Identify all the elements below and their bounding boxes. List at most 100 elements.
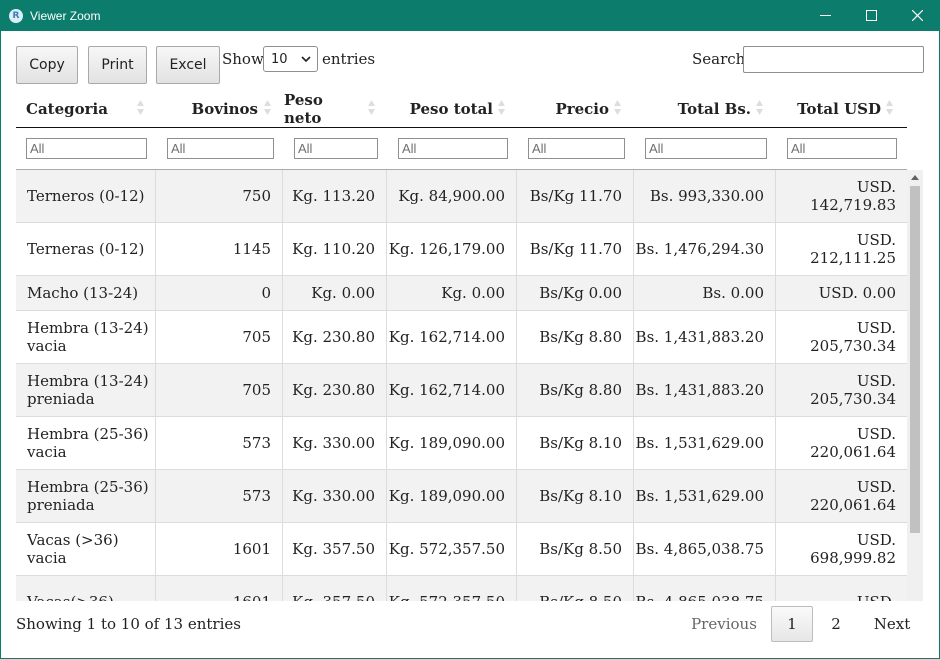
pagination-next[interactable]: Next — [864, 606, 920, 642]
table-row[interactable]: Hembra (13-24) vacia 705 Kg. 230.80 Kg. 162… — [16, 311, 907, 364]
search-input[interactable] — [743, 46, 924, 73]
filter-input-peso-total[interactable]: All — [398, 138, 508, 159]
table-cell-total-bs: Bs. 4,865,038.75 — [634, 576, 776, 601]
column-header-categoria[interactable]: Categoria — [26, 90, 154, 127]
column-header-precio[interactable]: Precio — [518, 90, 609, 127]
table-cell-total-usd: USD. 698,999.82 — [810, 531, 896, 567]
table-cell-peso-neto: Kg. 357.50 — [283, 576, 387, 601]
table-header: Categoria Bovinos Peso neto Peso total P… — [16, 90, 907, 128]
table-cell-peso-total: Kg. 162,714.00 — [387, 364, 517, 416]
sort-icon — [756, 100, 763, 115]
table-cell-bovinos: 705 — [156, 364, 283, 416]
sort-icon — [498, 100, 505, 115]
table-cell-peso-total: Kg. 162,714.00 — [387, 311, 517, 363]
table-cell-bovinos: 0 — [156, 276, 283, 310]
table-cell-total-usd: USD. 220,061.64 — [810, 425, 896, 461]
table-cell-total-usd: USD. 220,061.64 — [810, 478, 896, 514]
table-cell-total-usd: USD. — [776, 576, 907, 601]
table-cell-peso-neto: Kg. 230.80 — [283, 311, 387, 363]
column-header-total-bs[interactable]: Total Bs. — [634, 90, 751, 127]
table-row[interactable]: Hembra (13-24) preniada 705 Kg. 230.80 Kg. … — [16, 364, 907, 417]
table-cell-peso-neto: Kg. 113.20 — [283, 170, 387, 222]
table-cell-precio: Bs/Kg 8.80 — [517, 311, 634, 363]
table-cell-total-usd: USD. 142,719.83 — [810, 178, 896, 214]
table-row[interactable]: Macho (13-24) 0 Kg. 0.00 Kg. 0.00 Bs/Kg 0.00… — [16, 276, 907, 311]
table-cell-peso-neto: Kg. 230.80 — [283, 364, 387, 416]
table-cell-categoria: Hembra (25-36) preniada — [16, 470, 156, 522]
scrollbar-thumb[interactable] — [910, 186, 920, 533]
maximize-button[interactable] — [848, 0, 894, 31]
r-app-icon: R — [9, 8, 23, 23]
table-row[interactable]: Vacas (>36) vacia 1601 Kg. 357.50 Kg. 572,3… — [16, 523, 907, 576]
title-bar: R Viewer Zoom — [0, 0, 940, 31]
entries-label: entries — [322, 50, 376, 68]
maximize-icon — [865, 10, 877, 21]
table-cell-total-bs: Bs. 993,330.00 — [634, 170, 776, 222]
table-info: Showing 1 to 10 of 13 entries — [16, 615, 241, 633]
table-cell-precio: Bs/Kg 11.70 — [517, 223, 634, 275]
table-cell-precio: Bs/Kg 8.50 — [517, 576, 634, 601]
column-header-peso-total[interactable]: Peso total — [388, 90, 493, 127]
table-row[interactable]: Hembra (25-36) vacia 573 Kg. 330.00 Kg. 189… — [16, 417, 907, 470]
table-cell-bovinos: 1145 — [156, 223, 283, 275]
table-cell-total-bs: Bs. 1,531,629.00 — [634, 470, 776, 522]
entries-length-select[interactable]: 10 — [263, 46, 318, 72]
filter-input-bovinos[interactable]: All — [167, 138, 274, 159]
table-cell-precio: Bs/Kg 8.50 — [517, 523, 634, 575]
close-button[interactable] — [894, 0, 940, 31]
column-header-peso-neto[interactable]: Peso neto — [284, 90, 364, 127]
print-button[interactable]: Print — [88, 46, 147, 84]
table-cell-peso-neto: Kg. 357.50 — [283, 523, 387, 575]
table-cell-peso-total: Kg. 0.00 — [387, 276, 517, 310]
table-row[interactable]: Terneras (0-12) 1145 Kg. 110.20 Kg. 126,179… — [16, 223, 907, 276]
table-row[interactable]: Vacas(>36)1601Kg. 357.50Kg. 572,357.50Bs… — [16, 576, 907, 601]
table-cell-categoria: Terneros (0-12) — [16, 170, 156, 222]
chevron-down-icon — [301, 56, 311, 63]
table-cell-total-usd: USD. 0.00 — [818, 284, 896, 302]
table-cell-precio: Bs/Kg 11.70 — [517, 170, 634, 222]
window-title: Viewer Zoom — [30, 8, 101, 23]
table-cell-peso-neto: Kg. 110.20 — [283, 223, 387, 275]
column-header-total-usd[interactable]: Total USD — [776, 90, 881, 127]
table-row[interactable]: Hembra (25-36) preniada 573 Kg. 330.00 Kg. … — [16, 470, 907, 523]
table-cell-categoria: Macho (13-24) — [16, 276, 156, 310]
table-row[interactable]: Terneros (0-12) 750 Kg. 113.20 Kg. 84,900.0… — [16, 170, 907, 223]
table-cell-precio: Bs/Kg 8.10 — [517, 470, 634, 522]
show-label: Show — [222, 50, 264, 68]
table-cell-bovinos: 1601 — [156, 576, 283, 601]
table-cell-peso-total: Kg. 189,090.00 — [387, 470, 517, 522]
excel-button[interactable]: Excel — [156, 46, 220, 84]
copy-button[interactable]: Copy — [16, 46, 78, 84]
sort-icon — [264, 100, 271, 115]
table-cell-peso-total: Kg. 126,179.00 — [387, 223, 517, 275]
minimize-icon — [819, 15, 831, 16]
filter-input-total-usd[interactable]: All — [787, 138, 897, 159]
table-cell-categoria: Vacas (>36) vacia — [16, 523, 156, 575]
filter-input-peso-neto[interactable]: All — [294, 138, 378, 159]
filter-input-total-bs[interactable]: All — [645, 138, 767, 159]
pagination-previous[interactable]: Previous — [682, 606, 766, 642]
table-cell-total-bs: Bs. 1,476,294.30 — [634, 223, 776, 275]
table-cell-total-bs: Bs. 4,865,038.75 — [634, 523, 776, 575]
entries-length-value: 10 — [271, 51, 288, 67]
table-cell-bovinos: 705 — [156, 311, 283, 363]
scroll-up-icon[interactable] — [911, 175, 919, 181]
table-cell-precio: Bs/Kg 8.10 — [517, 417, 634, 469]
table-cell-bovinos: 1601 — [156, 523, 283, 575]
pagination-page-1[interactable]: 1 — [771, 606, 813, 642]
table-cell-total-bs: Bs. 0.00 — [634, 276, 776, 310]
column-header-bovinos[interactable]: Bovinos — [156, 90, 258, 127]
filter-input-precio[interactable]: All — [528, 138, 625, 159]
vertical-scrollbar[interactable] — [907, 170, 923, 601]
minimize-button[interactable] — [802, 0, 848, 31]
table-cell-peso-neto: Kg. 330.00 — [283, 470, 387, 522]
table-body[interactable]: Terneros (0-12) 750 Kg. 113.20 Kg. 84,900.0… — [16, 170, 923, 601]
table-cell-total-usd: USD. 205,730.34 — [810, 319, 896, 355]
search-label: Search: — [692, 50, 751, 68]
table-cell-peso-total: Kg. 572,357.50 — [387, 523, 517, 575]
table-cell-bovinos: 573 — [156, 470, 283, 522]
filter-input-categoria[interactable]: All — [26, 138, 147, 159]
table-cell-precio: Bs/Kg 0.00 — [517, 276, 634, 310]
pagination-page-2[interactable]: 2 — [818, 606, 854, 642]
table-cell-precio: Bs/Kg 8.80 — [517, 364, 634, 416]
